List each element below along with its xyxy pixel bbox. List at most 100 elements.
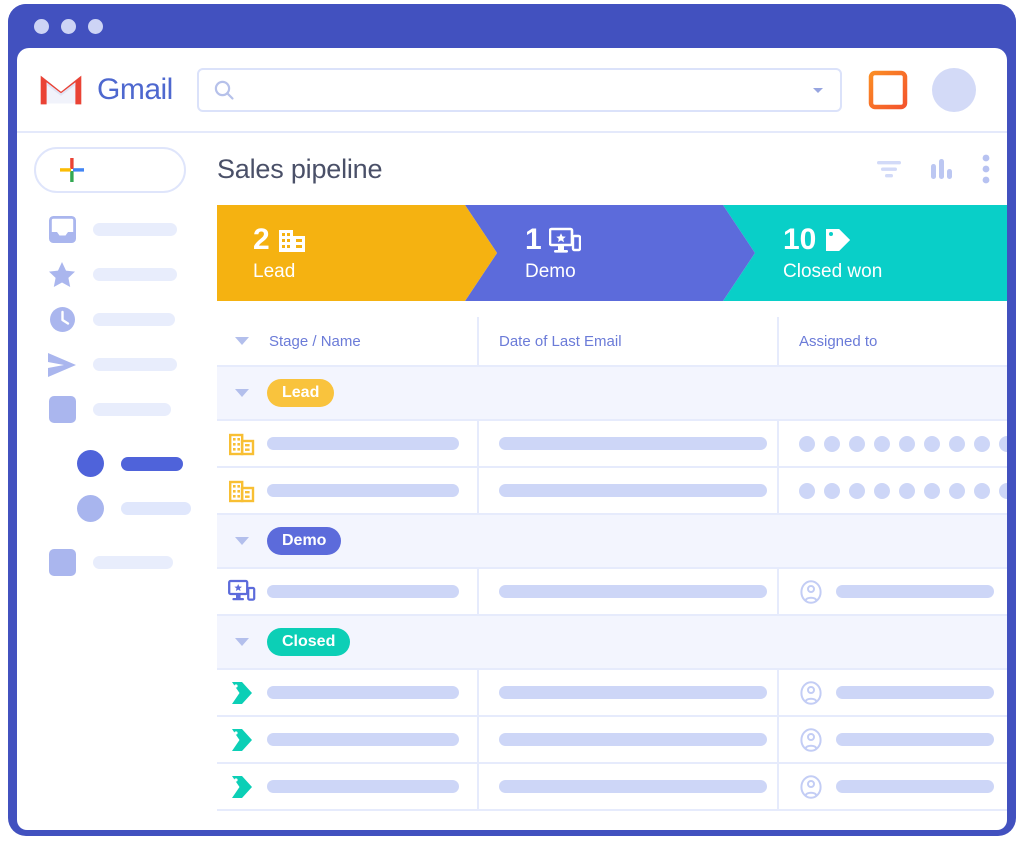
search-icon [214,80,234,100]
column-header-last-email[interactable]: Date of Last Email [477,317,777,365]
group-collapse-caret[interactable] [217,638,267,646]
cell-stage-name [267,733,477,746]
plus-icon [60,158,84,182]
tag-icon [217,774,267,800]
filter-icon[interactable] [875,158,903,180]
avatar[interactable] [931,67,976,112]
sort-caret[interactable] [217,337,267,345]
clock-icon [47,305,77,335]
cell-stage-name [267,585,477,598]
building-icon [217,479,267,503]
search-bar[interactable] [196,67,842,112]
cell-assigned-to [777,468,1007,513]
user-avatar-icon [800,680,822,705]
sidebar-item-snoozed[interactable] [17,297,203,342]
funnel-count: 1 [525,223,542,256]
sidebar-item-more-labels[interactable] [17,540,203,585]
sidebar-item-label [93,268,177,281]
funnel-count-row: 10 [783,225,1007,255]
cell-last-email [477,717,777,762]
star-icon [47,260,77,290]
sidebar-item-label [93,403,171,416]
main-area: Sales pipeline 2 Lead 1 Demo 10 Closed w… [17,133,1007,828]
cell-stage-name [267,437,477,450]
circle-solid-icon [75,449,105,479]
group-collapse-caret[interactable] [217,389,267,397]
gmail-brand[interactable]: Gmail [39,73,173,107]
cell-stage-name [267,780,477,793]
pipeline-funnel: 2 Lead 1 Demo 10 Closed won [217,205,1007,301]
column-header-stage-name[interactable]: Stage / Name [267,333,477,350]
sidebar-item-sent[interactable] [17,342,203,387]
bar-chart-icon[interactable] [929,157,955,181]
group-header-demo[interactable]: Demo [217,515,1007,569]
monitor-star-icon [217,579,267,605]
building-icon [217,432,267,456]
monitor-star-icon [549,225,581,255]
funnel-label: Demo [525,261,576,282]
search-input[interactable] [244,80,810,99]
stage-badge: Closed [267,628,351,656]
cell-assigned-to [777,670,1007,715]
funnel-segment-demo[interactable]: 1 Demo [465,205,755,301]
header-actions [868,67,976,112]
page-title: Sales pipeline [217,153,383,184]
content-pane: Sales pipeline 2 Lead 1 Demo 10 Closed w… [203,133,1007,828]
more-vertical-icon[interactable] [981,154,991,184]
sidebar-item-label [121,456,183,471]
table-row[interactable] [217,468,1007,515]
sidebar-item-starred[interactable] [17,252,203,297]
sidebar-item-drafts[interactable] [17,387,203,432]
group-header-closed[interactable]: Closed [217,616,1007,670]
content-header: Sales pipeline [217,133,1007,205]
cell-stage-name [267,484,477,497]
compose-button[interactable] [34,147,186,193]
window-close-button[interactable] [34,18,49,34]
tag-icon [217,680,267,706]
square-icon [47,548,77,578]
sidebar-item-label-active[interactable] [17,441,203,486]
browser-window: Gmail Sales pipeline 2 Lead 1 Demo 10 Cl… [8,4,1016,836]
table-row[interactable] [217,670,1007,717]
sidebar-item-inbox[interactable] [17,207,203,252]
table-row[interactable] [217,421,1007,468]
stage-badge: Lead [267,379,335,407]
cell-last-email [477,421,777,466]
user-avatar-icon [800,774,822,799]
table-row[interactable] [217,717,1007,764]
cell-last-email [477,569,777,614]
stage-badge: Demo [267,527,342,555]
group-collapse-caret[interactable] [217,537,267,545]
chevron-down-icon[interactable] [810,82,826,98]
funnel-label: Lead [253,261,296,282]
layout-grid-icon[interactable] [868,70,908,110]
assignee-dots [799,435,1007,452]
sidebar-item-label [93,556,173,569]
tag-icon [826,229,851,251]
window-minimize-button[interactable] [61,18,76,34]
sidebar-item-label [93,223,177,236]
sidebar-item-label-secondary[interactable] [17,486,203,531]
user-avatar-icon [800,579,822,604]
funnel-label: Closed won [783,261,883,282]
window-titlebar [8,4,1016,48]
table-row[interactable] [217,764,1007,811]
window-content: Gmail Sales pipeline 2 Lead 1 Demo 10 Cl… [17,48,1007,830]
cell-assigned-to [777,717,1007,762]
window-maximize-button[interactable] [88,18,103,34]
gmail-header: Gmail [17,48,1007,133]
funnel-segment-closed[interactable]: 10 Closed won [723,205,1007,301]
group-header-lead[interactable]: Lead [217,367,1007,421]
sidebar-item-label [93,358,177,371]
sidebar-item-label [93,313,175,326]
table-header-row: Stage / Name Date of Last Email Assigned… [217,317,1007,367]
column-header-assigned-to[interactable]: Assigned to [777,317,1007,365]
circle-light-icon [75,494,105,524]
funnel-count: 10 [783,223,817,256]
funnel-count-row: 1 [525,225,755,255]
assignee-dots [799,482,1007,499]
funnel-segment-lead[interactable]: 2 Lead [217,205,497,301]
square-icon [47,395,77,425]
table-row[interactable] [217,569,1007,616]
cell-last-email [477,764,777,809]
